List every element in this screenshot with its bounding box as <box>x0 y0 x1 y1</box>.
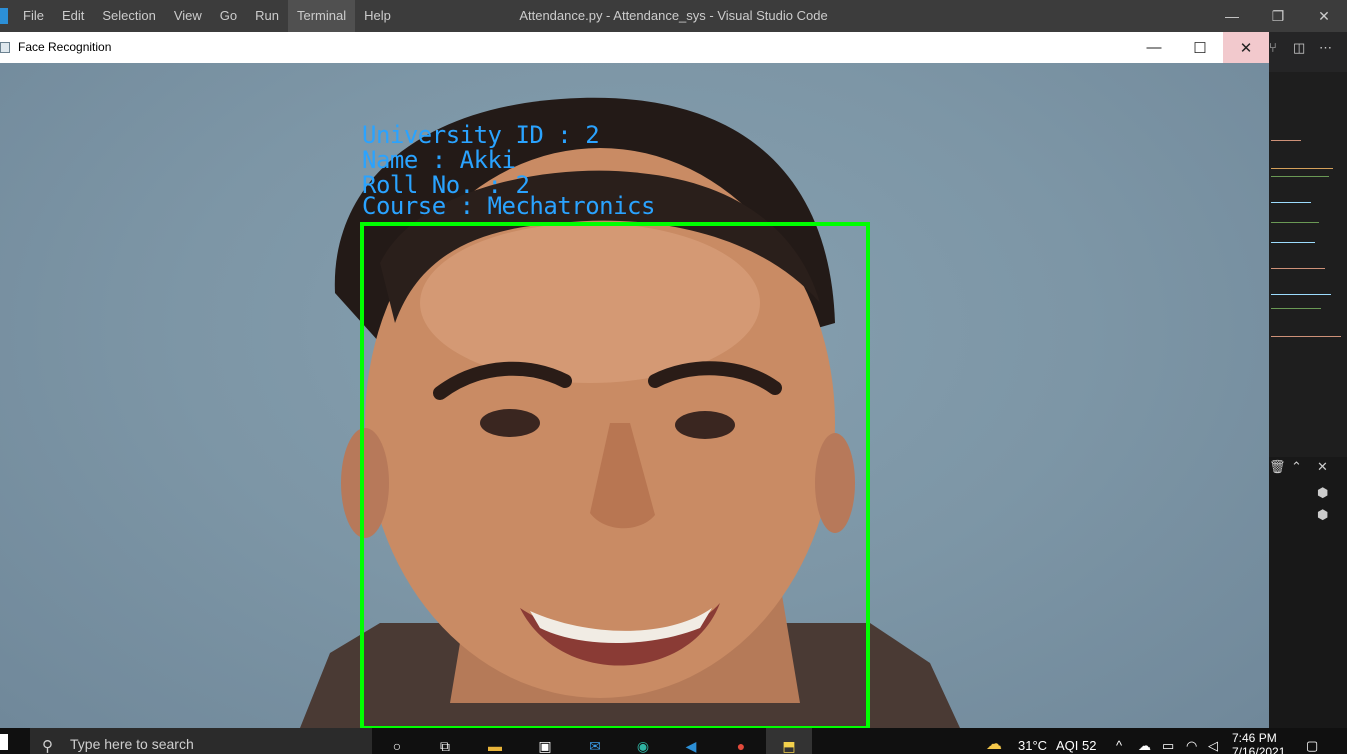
code-line <box>1271 202 1311 203</box>
vscode-taskbar-icon[interactable]: ◀ <box>678 736 704 754</box>
window-app-icon <box>0 42 10 53</box>
terminal-instance-icon[interactable]: ⬢ <box>1317 485 1328 501</box>
menu-help[interactable]: Help <box>355 0 400 32</box>
chrome-icon[interactable]: ● <box>728 736 754 754</box>
windows-start-icon[interactable] <box>0 734 8 750</box>
store-icon[interactable]: ▣ <box>532 736 558 754</box>
code-line <box>1271 222 1319 223</box>
tray-chevron-icon[interactable]: ^ <box>1116 738 1122 753</box>
face-recognition-window: Face Recognition — ☐ ✕ University ID: 2… <box>0 32 1269 728</box>
terminal-instance-icon[interactable]: ⬢ <box>1317 507 1328 523</box>
face-recognition-title: Face Recognition <box>18 40 112 54</box>
onedrive-icon[interactable]: ☁ <box>1138 738 1151 754</box>
vscode-close-button[interactable]: ✕ <box>1301 0 1347 32</box>
close-button[interactable]: ✕ <box>1223 32 1269 63</box>
taskbar-clock[interactable]: 7:46 PM 7/16/2021 <box>1232 731 1285 754</box>
mail-icon[interactable]: ✉ <box>582 736 608 754</box>
menu-go[interactable]: Go <box>211 0 246 32</box>
trash-icon[interactable]: 🗑 <box>1269 459 1286 475</box>
code-line <box>1271 242 1315 243</box>
close-panel-icon[interactable]: ✕ <box>1317 459 1328 475</box>
code-line <box>1271 168 1333 169</box>
chevron-up-icon[interactable]: ⌃ <box>1291 459 1302 475</box>
vscode-title-bar: File Edit Selection View Go Run Terminal… <box>0 0 1347 32</box>
taskbar: ⚲ Type here to search ○ ⧉ ▬ ▣ ✉ ◉ ◀ ● ⬒ … <box>0 728 1347 754</box>
menu-view[interactable]: View <box>165 0 211 32</box>
menu-bar: File Edit Selection View Go Run Terminal… <box>14 0 400 32</box>
code-line <box>1271 176 1329 177</box>
name-label: Name : Akki <box>362 146 516 174</box>
menu-file[interactable]: File <box>14 0 53 32</box>
code-line <box>1271 140 1301 141</box>
menu-selection[interactable]: Selection <box>93 0 164 32</box>
vscode-editor-background: ⑂ ◫ ⋯ 🗑 ⌃ ✕ ⬢ ⬢ <box>1269 32 1347 728</box>
university-id-label: University ID : 2 <box>362 121 600 149</box>
maximize-button[interactable]: ☐ <box>1177 32 1223 63</box>
more-actions-icon[interactable]: ⋯ <box>1319 40 1332 56</box>
menu-terminal[interactable]: Terminal <box>288 0 356 32</box>
course-label: Course : Mechatronics <box>362 192 655 220</box>
minimize-button[interactable]: — <box>1131 32 1177 63</box>
terminal-panel: 🗑 ⌃ ✕ ⬢ ⬢ <box>1269 457 1347 728</box>
menu-run[interactable]: Run <box>246 0 288 32</box>
code-line <box>1271 268 1325 269</box>
aqi-label[interactable]: AQI 52 <box>1056 738 1096 753</box>
code-line <box>1271 308 1321 309</box>
code-line <box>1271 294 1331 295</box>
vscode-logo-icon <box>0 8 8 24</box>
file-explorer-icon[interactable]: ▬ <box>482 736 508 754</box>
search-icon: ⚲ <box>42 738 53 754</box>
face-detection-box <box>360 222 870 728</box>
menu-edit[interactable]: Edit <box>53 0 93 32</box>
search-placeholder: Type here to search <box>70 736 194 752</box>
edge-icon[interactable]: ◉ <box>630 736 656 754</box>
notification-icon[interactable]: ▢ <box>1306 738 1318 754</box>
clock-time: 7:46 PM <box>1232 731 1277 745</box>
task-view-icon[interactable]: ⧉ <box>432 736 458 754</box>
battery-icon[interactable]: ▭ <box>1162 738 1174 754</box>
volume-icon[interactable]: ◁ <box>1208 738 1218 754</box>
split-editor-icon[interactable]: ◫ <box>1293 40 1305 56</box>
camera-frame: University ID : 2 Name : Akki Roll No. :… <box>0 63 1269 728</box>
taskbar-search-box[interactable]: ⚲ Type here to search <box>30 728 372 754</box>
source-control-icon[interactable]: ⑂ <box>1269 40 1277 55</box>
clock-date: 7/16/2021 <box>1232 745 1286 754</box>
face-recognition-title-bar[interactable]: Face Recognition — ☐ ✕ <box>0 32 1269 63</box>
cortana-icon[interactable]: ○ <box>384 736 410 754</box>
vscode-maximize-button[interactable]: ❐ <box>1255 0 1301 32</box>
code-line <box>1271 336 1341 337</box>
weather-icon[interactable]: ☁ <box>986 734 1002 754</box>
wifi-icon[interactable]: ◠ <box>1186 738 1197 754</box>
vscode-minimize-button[interactable]: — <box>1209 0 1255 32</box>
code-minimap <box>1269 72 1347 482</box>
weather-temperature[interactable]: 31°C <box>1018 738 1047 753</box>
python-icon[interactable]: ⬒ <box>776 736 802 754</box>
